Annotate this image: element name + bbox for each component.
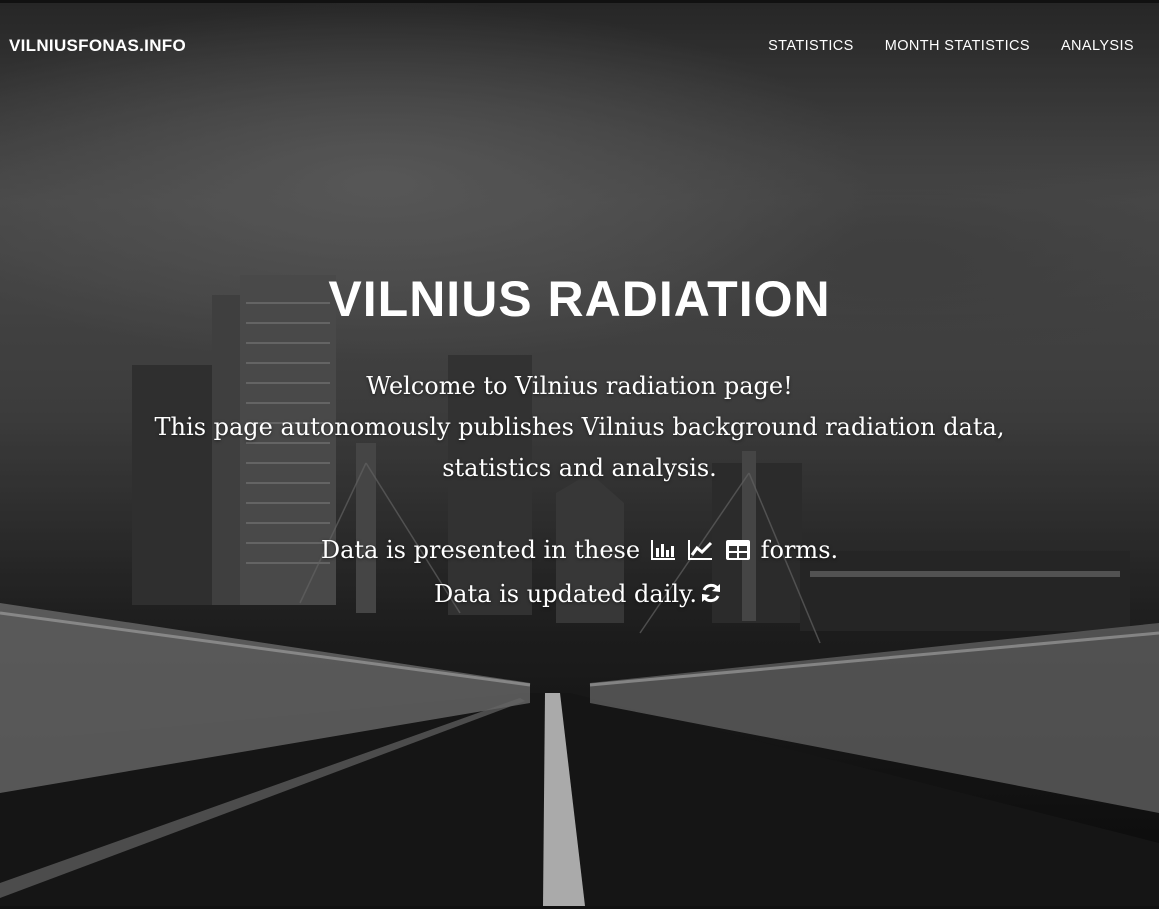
brand-link[interactable]: VILNIUSFONAS.INFO [9,36,186,56]
nav-link-month-statistics[interactable]: MONTH STATISTICS [885,38,1030,54]
description-line-1: This page autonomously publishes Vilnius… [154,413,1005,441]
forms-line-prefix: Data is presented in these [320,536,641,564]
forms-line-suffix: forms. [760,536,839,564]
nav-links: STATISTICS MONTH STATISTICS ANALYSIS [768,38,1134,54]
update-text: Data is updated daily. [433,580,698,608]
nav-link-statistics[interactable]: STATISTICS [768,38,854,54]
bar-chart-icon [650,533,676,574]
refresh-icon [699,577,723,618]
page-title: VILNIUS RADIATION [328,271,831,327]
top-navbar: VILNIUSFONAS.INFO STATISTICS MONTH STATI… [0,26,1159,70]
hero-content: VILNIUS RADIATION Welcome to Vilnius rad… [0,270,1159,618]
line-chart-icon [687,533,713,574]
description-line-2: statistics and analysis. [442,454,717,482]
intro-text: Welcome to Vilnius radiation page! This … [0,366,1159,618]
table-icon [725,533,751,574]
welcome-line: Welcome to Vilnius radiation page! [366,372,793,400]
forms-line: Data is presented in these forms. [0,530,1159,574]
update-line: Data is updated daily. [0,574,1159,618]
nav-link-analysis[interactable]: ANALYSIS [1061,38,1134,54]
